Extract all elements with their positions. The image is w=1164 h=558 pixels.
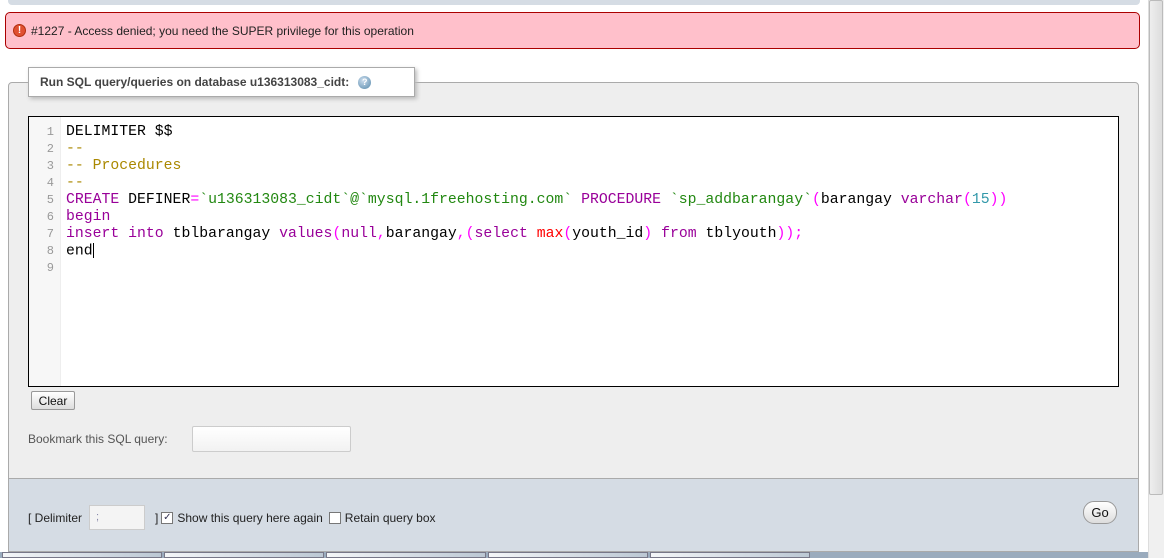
help-icon[interactable]: ?: [358, 75, 372, 89]
top-panel: [8, 0, 1140, 5]
code-token: ): [643, 226, 653, 242]
code-line: end: [66, 243, 1007, 260]
line-number-gutter: 1 2 3 4 5 6 7 8 9: [29, 117, 61, 386]
line-number: 4: [46, 176, 54, 190]
code-token: ,: [376, 226, 386, 242]
code-token: (: [811, 192, 821, 208]
delimiter-label: [ Delimiter: [28, 510, 83, 525]
line-number: 3: [46, 159, 54, 173]
code-token: varchar: [900, 192, 963, 208]
code-token: ,(: [456, 226, 475, 242]
tab[interactable]: [164, 552, 324, 558]
delimiter-input[interactable]: ;: [89, 505, 146, 530]
code-token: `sp_addbarangay`: [669, 192, 812, 208]
code-token: --: [66, 175, 84, 191]
code-line: CREATE DEFINER=`u136313083_cidt`@`mysql.…: [66, 192, 1007, 209]
page-scrollbar[interactable]: [1148, 0, 1164, 558]
delimiter-close: ]: [155, 510, 159, 525]
sql-editor[interactable]: 123456789 DELIMITER $$ -- -- Procedures -- C…: [28, 116, 1119, 387]
code-token: insert: [66, 226, 120, 242]
code-line: -- Procedures: [66, 158, 1007, 175]
code-token: values: [279, 226, 333, 242]
code-token: from: [661, 226, 697, 242]
tab[interactable]: [2, 552, 162, 558]
code-token: tblbarangay: [163, 226, 280, 242]
code-line: DELIMITER $$: [66, 124, 1007, 141]
code-line: begin: [66, 209, 1007, 226]
code-token: barangay: [385, 226, 457, 242]
code-token: into: [128, 226, 164, 242]
legend-text: Run SQL query/queries on database u13631…: [40, 75, 350, 89]
clear-button[interactable]: Clear: [31, 391, 75, 410]
bottom-tabs: [0, 552, 1148, 558]
code-area[interactable]: DELIMITER $$ -- -- Procedures -- CREATE DEFI…: [61, 117, 1007, 386]
code-token: =: [190, 192, 200, 208]
line-number: 5: [46, 193, 54, 207]
show-query-checkbox[interactable]: ✓: [161, 511, 174, 524]
query-legend: Run SQL query/queries on database u13631…: [28, 67, 415, 97]
code-token: 15: [971, 192, 990, 208]
text-cursor: [92, 243, 94, 258]
code-token: (: [962, 192, 972, 208]
code-token: tblyouth: [696, 226, 777, 242]
code-token: PROCEDURE: [581, 192, 661, 208]
go-button[interactable]: Go: [1083, 501, 1117, 524]
code-token: DEFINER: [119, 192, 191, 208]
code-token: -- Procedures: [66, 158, 182, 174]
retain-query-label[interactable]: Retain query box: [345, 511, 436, 525]
code-token: DELIMITER $$: [66, 124, 173, 140]
code-token: CREATE: [66, 192, 120, 208]
code-token: null: [341, 226, 377, 242]
tab[interactable]: [326, 552, 486, 558]
retain-query-checkbox[interactable]: [328, 511, 341, 524]
code-token: `u136313083_cidt`@`mysql.1freehosting.co…: [199, 192, 573, 208]
code-token: (: [332, 226, 342, 242]
code-token: select: [474, 226, 528, 242]
code-line: insert into tblbarangay values(null,bara…: [66, 226, 1007, 243]
show-query-label[interactable]: Show this query here again: [177, 511, 322, 525]
code-token: (: [563, 226, 573, 242]
code-token: --: [66, 141, 84, 157]
code-token: barangay: [820, 192, 901, 208]
error-message: ! #1227 - Access denied; you need the SU…: [5, 12, 1140, 49]
line-number: 9: [46, 261, 54, 275]
code-token: max: [536, 226, 564, 242]
line-number: 2: [46, 142, 54, 156]
code-line: --: [66, 175, 1007, 192]
code-token: youth_id: [572, 226, 644, 242]
line-number: 7: [46, 227, 54, 241]
code-token: ));: [776, 226, 804, 242]
error-text: #1227 - Access denied; you need the SUPE…: [31, 23, 414, 38]
line-number: 8: [46, 244, 54, 258]
error-icon: !: [13, 24, 26, 37]
tab[interactable]: [650, 552, 810, 558]
code-token: end: [66, 243, 93, 260]
code-token: )): [989, 192, 1008, 208]
tab[interactable]: [488, 552, 648, 558]
line-number: 1: [46, 125, 54, 139]
bookmark-input[interactable]: [192, 426, 351, 452]
scrollbar-thumb[interactable]: [1149, 0, 1163, 495]
code-line: --: [66, 141, 1007, 158]
bookmark-label: Bookmark this SQL query:: [28, 432, 168, 446]
code-token: begin: [66, 209, 111, 225]
line-number: 6: [46, 210, 54, 224]
footer-options: [ Delimiter ; ] ✓ Show this query here a…: [28, 505, 436, 530]
